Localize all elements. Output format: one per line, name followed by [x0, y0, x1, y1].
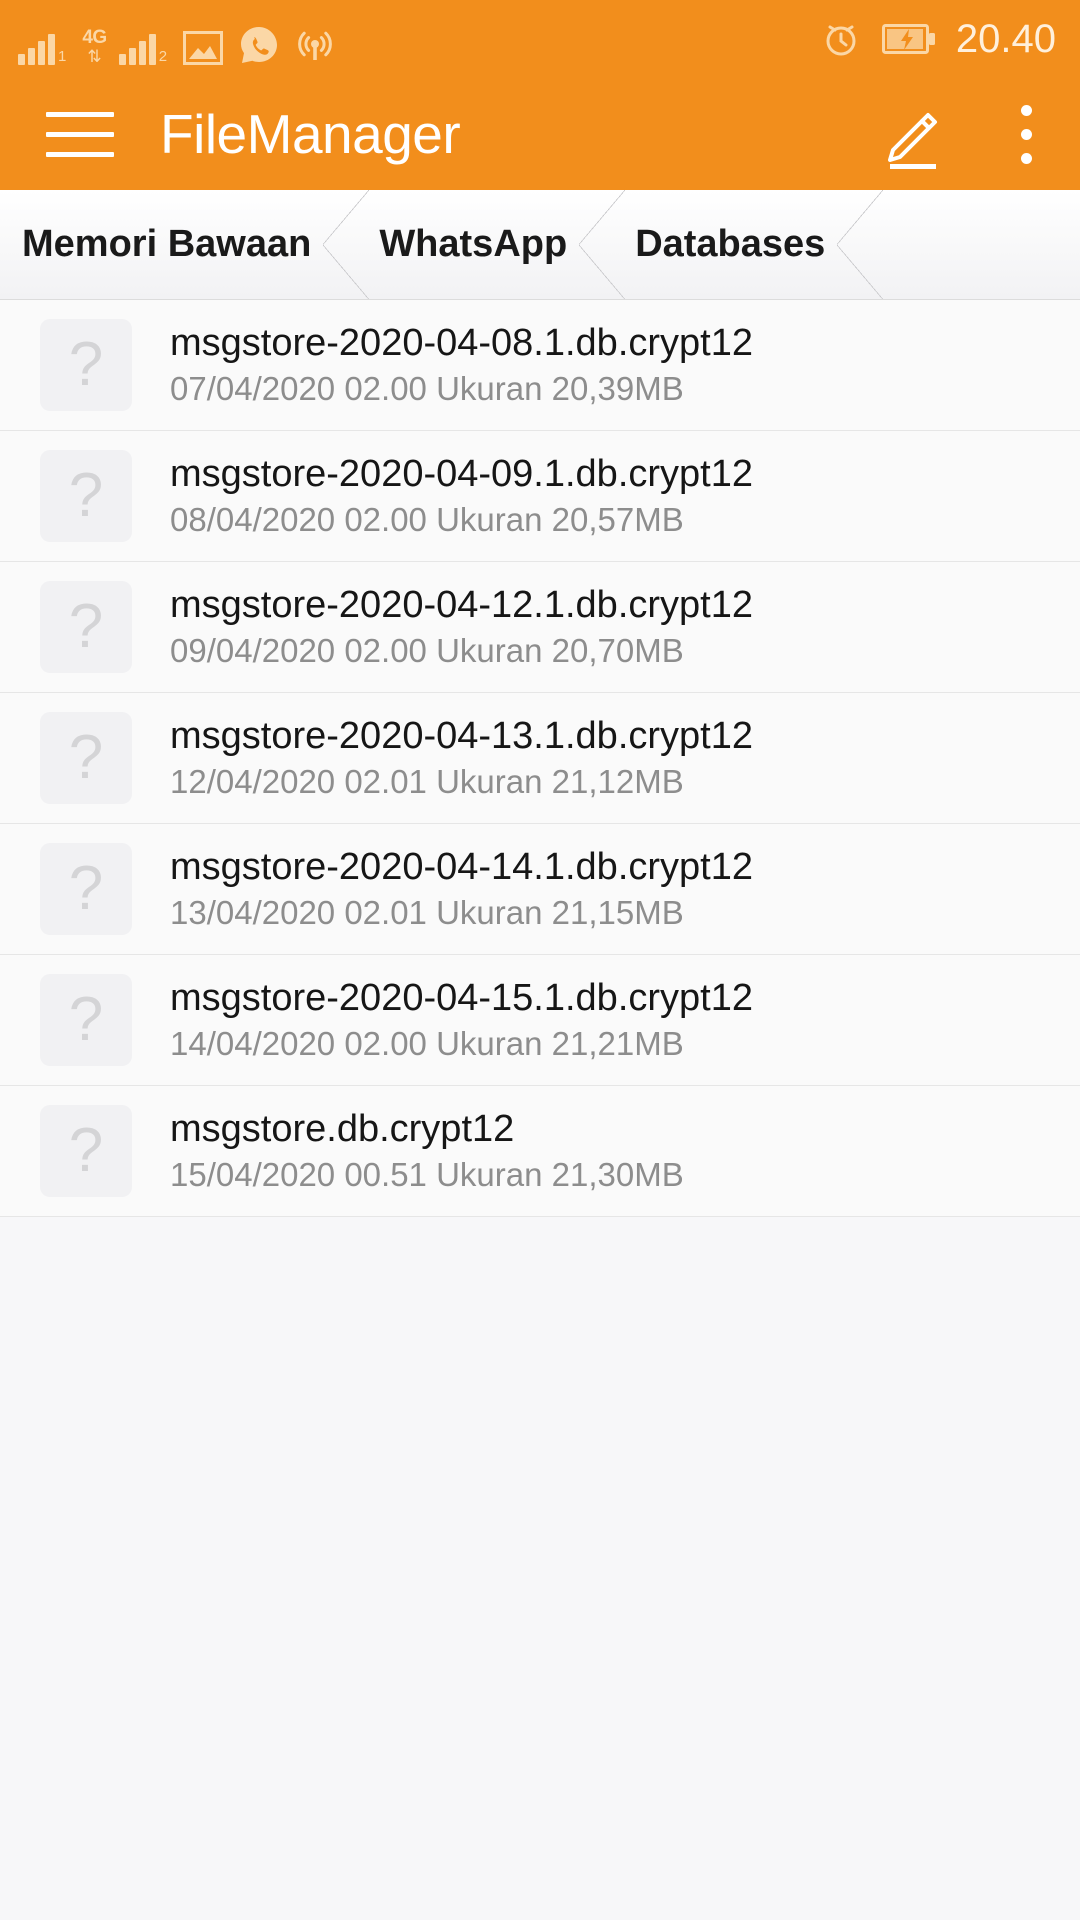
overflow-menu-icon[interactable] [1007, 99, 1046, 170]
table-row[interactable]: ? msgstore.db.crypt12 15/04/2020 00.51 U… [0, 1086, 1080, 1217]
file-name: msgstore-2020-04-14.1.db.crypt12 [170, 845, 753, 888]
file-name: msgstore-2020-04-08.1.db.crypt12 [170, 321, 753, 364]
breadcrumb-item-2[interactable]: Databases [609, 190, 884, 299]
breadcrumb-label: Memori Bawaan [22, 223, 312, 265]
status-bar: 1 4G ⇅ 2 20.40 [0, 0, 1080, 78]
file-meta: 07/04/2020 02.00 Ukuran 20,39MB [170, 369, 684, 407]
whatsapp-call-icon [241, 27, 278, 63]
file-meta: 12/04/2020 02.01 Ukuran 21,12MB [170, 762, 684, 800]
status-bar-left-icons: 1 4G ⇅ 2 [18, 13, 335, 65]
file-name: msgstore-2020-04-12.1.db.crypt12 [170, 583, 753, 626]
unknown-file-icon: ? [40, 712, 132, 804]
unknown-file-icon: ? [40, 1105, 132, 1197]
unknown-file-icon: ? [40, 974, 132, 1066]
file-list: ? msgstore-2020-04-08.1.db.crypt12 07/04… [0, 300, 1080, 1217]
file-name: msgstore-2020-04-15.1.db.crypt12 [170, 976, 753, 1019]
file-meta: 13/04/2020 02.01 Ukuran 21,15MB [170, 893, 684, 931]
breadcrumb-item-1[interactable]: WhatsApp [353, 190, 626, 299]
alarm-clock-icon [826, 25, 856, 56]
breadcrumb-label: WhatsApp [379, 223, 568, 265]
table-row[interactable]: ? msgstore-2020-04-14.1.db.crypt12 13/04… [0, 824, 1080, 955]
unknown-file-icon: ? [40, 581, 132, 673]
unknown-file-icon: ? [40, 843, 132, 935]
network-4g-label: 4G [82, 27, 107, 48]
hamburger-menu-icon[interactable] [46, 111, 114, 157]
table-row[interactable]: ? msgstore-2020-04-08.1.db.crypt12 07/04… [0, 300, 1080, 431]
sim2-label: 2 [158, 48, 168, 65]
unknown-file-icon: ? [40, 450, 132, 542]
table-row[interactable]: ? msgstore-2020-04-09.1.db.crypt12 08/04… [0, 431, 1080, 562]
table-row[interactable]: ? msgstore-2020-04-13.1.db.crypt12 12/04… [0, 693, 1080, 824]
file-meta: 15/04/2020 00.51 Ukuran 21,30MB [170, 1155, 684, 1193]
empty-list-area [0, 1217, 1080, 1737]
page-title: FileManager [160, 103, 461, 165]
status-bar-clock: 20.40 [955, 17, 1056, 61]
file-meta: 14/04/2020 02.00 Ukuran 21,21MB [170, 1024, 684, 1062]
breadcrumb: Memori Bawaan WhatsApp Databases [0, 190, 1080, 300]
table-row[interactable]: ? msgstore-2020-04-15.1.db.crypt12 14/04… [0, 955, 1080, 1086]
data-transfer-arrows-icon: ⇅ [87, 47, 102, 66]
file-name: msgstore-2020-04-13.1.db.crypt12 [170, 714, 753, 757]
breadcrumb-item-0[interactable]: Memori Bawaan [0, 190, 370, 299]
unknown-file-icon: ? [40, 319, 132, 411]
signal-bars-sim2-icon: 2 [118, 31, 168, 65]
breadcrumb-label: Databases [635, 223, 826, 265]
file-name: msgstore-2020-04-09.1.db.crypt12 [170, 452, 753, 495]
network-4g-icon: 4G ⇅ [82, 27, 107, 66]
file-meta: 08/04/2020 02.00 Ukuran 20,57MB [170, 500, 684, 538]
sim1-label: 1 [58, 48, 67, 65]
app-bar: FileManager [0, 78, 1080, 190]
hotspot-icon [298, 31, 332, 60]
app-bar-actions [875, 96, 1046, 172]
battery-charging-icon [881, 24, 935, 54]
table-row[interactable]: ? msgstore-2020-04-12.1.db.crypt12 09/04… [0, 562, 1080, 693]
status-bar-right-icons: 20.40 [820, 18, 1056, 60]
pencil-edit-icon[interactable] [875, 96, 951, 172]
image-icon [183, 31, 224, 65]
file-meta: 09/04/2020 02.00 Ukuran 20,70MB [170, 631, 684, 669]
file-name: msgstore.db.crypt12 [170, 1107, 515, 1150]
signal-bars-sim1-icon: 1 [18, 31, 66, 65]
